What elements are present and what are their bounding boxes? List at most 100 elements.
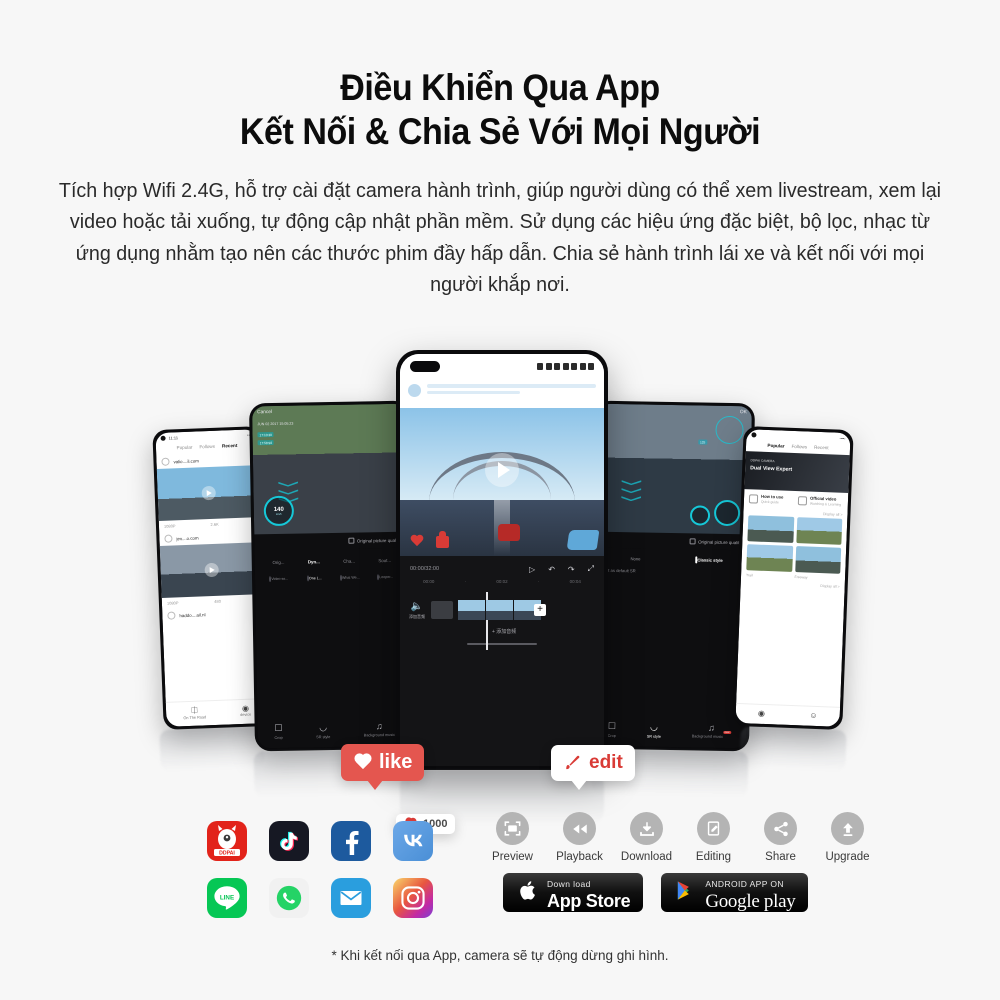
timeline-editor[interactable]: 00:00/32:00 ▷ ↶ ↷ ⤢ 00:00 · 00:02 · 00:0… bbox=[400, 556, 604, 766]
vk-icon[interactable] bbox=[393, 820, 433, 861]
add-audio-button[interactable]: + 添加音频 bbox=[492, 628, 596, 635]
tab-recent[interactable]: Recent bbox=[222, 443, 238, 449]
card-how-to-use[interactable]: How to use Quick guide bbox=[748, 493, 794, 505]
video-preview[interactable]: OK 125 bbox=[595, 403, 752, 535]
tab-recent[interactable]: Recent bbox=[814, 445, 829, 451]
nav-on-the-road[interactable]: ⎅ On The Road bbox=[183, 705, 206, 721]
social-cell-instagram[interactable] bbox=[382, 869, 444, 926]
social-cell-tiktok[interactable] bbox=[258, 812, 320, 869]
post-thumbnail[interactable] bbox=[156, 465, 261, 522]
checkbox-icon[interactable] bbox=[347, 537, 354, 544]
facebook-icon[interactable] bbox=[331, 820, 371, 861]
filter-tab[interactable]: Orig... bbox=[272, 560, 284, 565]
list-item[interactable]: haddo....ail.nl bbox=[162, 605, 264, 623]
email-icon[interactable] bbox=[331, 877, 371, 918]
tab-popular[interactable]: Popular bbox=[177, 445, 193, 451]
music-option[interactable]: What We... bbox=[335, 574, 365, 581]
line-icon[interactable]: LINE bbox=[207, 877, 247, 918]
thumbs-up-icon[interactable] bbox=[436, 530, 449, 548]
feature-upgrade[interactable]: Upgrade bbox=[819, 812, 876, 863]
timeline-track[interactable]: 🔈 添加音频 + bbox=[408, 590, 596, 650]
fullscreen-icon[interactable]: ⤢ bbox=[588, 564, 594, 574]
tab-follows[interactable]: Follows bbox=[791, 444, 807, 450]
preview-icon[interactable] bbox=[496, 812, 529, 845]
grid-thumbnail[interactable] bbox=[746, 544, 793, 572]
play-icon[interactable]: ▷ bbox=[529, 565, 535, 574]
filter-tab[interactable]: Cha... bbox=[343, 559, 355, 564]
social-cell-facebook[interactable] bbox=[320, 812, 382, 869]
social-cell-whatsapp[interactable] bbox=[258, 869, 320, 926]
bottom-nav[interactable]: ⎅ On The Road ◉ device bbox=[165, 697, 269, 727]
tiktok-icon[interactable] bbox=[269, 820, 309, 861]
filter-tab[interactable]: Soot... bbox=[378, 558, 391, 563]
editor-controls[interactable]: 00:00/32:00 ▷ ↶ ↷ ⤢ bbox=[408, 562, 596, 579]
music-option-active[interactable]: One L... bbox=[299, 575, 329, 582]
clip-frame[interactable] bbox=[486, 600, 514, 620]
ok-button[interactable]: OK bbox=[740, 410, 747, 415]
download-icon[interactable] bbox=[630, 812, 663, 845]
social-cell-vk[interactable] bbox=[382, 812, 444, 869]
play-icon[interactable] bbox=[485, 453, 519, 488]
editor-bottom-nav[interactable]: ☐ Crop ◡ SR style ♫ Background musicnew bbox=[592, 715, 747, 749]
app-store-badge[interactable]: Down load App Store bbox=[503, 873, 644, 912]
grid-thumbnail[interactable] bbox=[795, 517, 843, 545]
nav-background-music[interactable]: ♫ Background musicnew bbox=[692, 722, 731, 740]
whatsapp-icon[interactable] bbox=[269, 877, 309, 918]
ddpai-icon[interactable]: DDPAI bbox=[207, 820, 247, 861]
social-cell-line[interactable]: LINE bbox=[196, 869, 258, 926]
audio-button[interactable]: 🔈 添加音频 bbox=[408, 601, 426, 620]
nav-crop[interactable]: ☐ Crop bbox=[274, 723, 282, 740]
grid-thumbnail[interactable] bbox=[794, 546, 842, 574]
clip-strip[interactable]: + bbox=[458, 600, 546, 620]
tab-follows[interactable]: Follows bbox=[199, 444, 215, 450]
heart-icon[interactable] bbox=[410, 535, 424, 548]
reaction-icons[interactable] bbox=[410, 530, 449, 548]
nav-sr-style[interactable]: ◡ SR style bbox=[316, 722, 330, 739]
feature-playback[interactable]: Playback bbox=[551, 812, 608, 863]
music-selector[interactable]: Video so... One L... What We... Looper..… bbox=[255, 567, 409, 586]
nav-background-music[interactable]: ♫ Background music bbox=[364, 721, 396, 739]
feature-editing[interactable]: Editing bbox=[685, 812, 742, 863]
video-grid[interactable] bbox=[742, 515, 847, 548]
grid-thumbnail[interactable] bbox=[747, 515, 794, 543]
nav-crop[interactable]: ☐ Crop bbox=[608, 721, 617, 738]
clip-frame[interactable] bbox=[458, 600, 486, 620]
social-cell-ddpai[interactable]: DDPAI bbox=[196, 812, 258, 869]
rewind-icon[interactable] bbox=[563, 812, 596, 845]
card-official-video[interactable]: Official video Watching & Learning bbox=[797, 495, 843, 507]
upload-arrow-icon[interactable] bbox=[831, 812, 864, 845]
share-icon[interactable] bbox=[764, 812, 797, 845]
bottom-nav[interactable]: ◉ ☺ bbox=[735, 702, 841, 727]
set-default-sr-label[interactable]: Set as default SR bbox=[595, 563, 749, 581]
video-player[interactable] bbox=[400, 408, 604, 556]
google-play-badge[interactable]: ANDROID APP ON Google play bbox=[661, 873, 809, 912]
promo-banner[interactable]: DDPAI CAMERA Dual View Expert bbox=[744, 451, 850, 494]
play-icon[interactable] bbox=[201, 485, 217, 501]
style-option-none[interactable]: None bbox=[601, 556, 670, 562]
instagram-icon[interactable] bbox=[393, 877, 433, 918]
nav-device[interactable]: ◉ device bbox=[240, 704, 252, 718]
checkbox-icon[interactable] bbox=[689, 538, 696, 545]
video-preview[interactable]: Cancel ◎ JUN 02 2017 15:05:23 17:10:30 1… bbox=[252, 403, 409, 535]
cover-thumbnail[interactable] bbox=[431, 601, 453, 619]
feature-download[interactable]: Download bbox=[618, 812, 675, 863]
play-icon[interactable] bbox=[204, 562, 219, 578]
redo-icon[interactable]: ↷ bbox=[568, 565, 575, 574]
nav-sr-style[interactable]: ◡ SR style bbox=[647, 722, 661, 739]
undo-icon[interactable]: ↶ bbox=[548, 565, 555, 574]
feature-share[interactable]: Share bbox=[752, 812, 809, 863]
music-option[interactable]: Video so... bbox=[264, 576, 294, 583]
cancel-button[interactable]: Cancel bbox=[257, 410, 272, 415]
tab-popular[interactable]: Popular bbox=[767, 443, 784, 449]
filter-tab-active[interactable]: Dyn... bbox=[308, 559, 320, 564]
social-cell-email[interactable] bbox=[320, 869, 382, 926]
status-icons: ▫▪▪▫ bbox=[839, 435, 846, 441]
post-thumbnail[interactable] bbox=[159, 542, 264, 598]
add-clip-button[interactable]: + bbox=[534, 604, 546, 616]
nav-device[interactable]: ◉ bbox=[758, 709, 765, 718]
edit-document-icon[interactable] bbox=[697, 812, 730, 845]
video-grid[interactable] bbox=[741, 544, 846, 577]
style-option-classic[interactable]: Classic style bbox=[675, 556, 744, 564]
nav-profile[interactable]: ☺ bbox=[809, 711, 818, 720]
feature-preview[interactable]: Preview bbox=[484, 812, 541, 863]
